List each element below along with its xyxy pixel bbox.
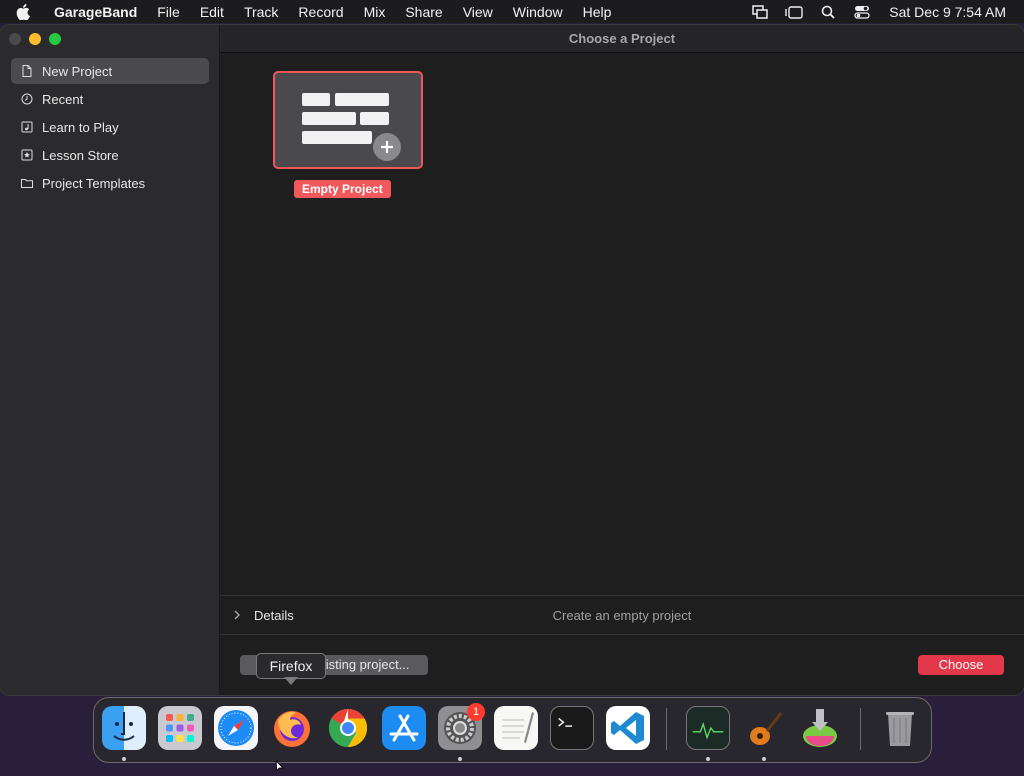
main-panel: Choose a Project Empty Project Details C… [220, 25, 1024, 695]
sidebar: New Project Recent Learn to Play Lesson … [0, 25, 220, 695]
folder-icon [21, 177, 33, 189]
star-icon [21, 149, 33, 161]
menu-record[interactable]: Record [298, 4, 343, 20]
menu-help[interactable]: Help [583, 4, 612, 20]
vscode-icon[interactable] [606, 706, 650, 750]
choose-button[interactable]: Choose [918, 655, 1004, 675]
project-description: Create an empty project [552, 607, 692, 623]
empty-project-label[interactable]: Empty Project [294, 180, 391, 198]
sidebar-item-lesson-store[interactable]: Lesson Store [11, 142, 209, 168]
zoom-window-button[interactable] [49, 33, 61, 45]
sidebar-item-recent[interactable]: Recent [11, 86, 209, 112]
menu-mix[interactable]: Mix [364, 4, 386, 20]
dock-separator [666, 708, 667, 750]
window-controls [9, 33, 61, 45]
empty-project-tile[interactable] [273, 71, 423, 169]
launchpad-icon[interactable] [158, 706, 202, 750]
apple-menu-icon[interactable] [16, 3, 36, 20]
sidebar-item-label: Project Templates [42, 175, 146, 191]
dock-tooltip: Firefox [256, 653, 326, 679]
dock-tooltip-pointer [284, 677, 298, 685]
control-center-icon[interactable] [852, 4, 872, 20]
sidebar-item-new-project[interactable]: New Project [11, 58, 209, 84]
search-icon[interactable] [818, 4, 838, 20]
menu-track[interactable]: Track [244, 4, 278, 20]
details-toggle[interactable]: Details [254, 608, 294, 623]
activity-monitor-running-indicator [706, 757, 710, 761]
menu-bar: GarageBand File Edit Track Record Mix Sh… [0, 0, 1024, 23]
garageband-running-indicator [762, 757, 766, 761]
sidebar-item-learn-to-play[interactable]: Learn to Play [11, 114, 209, 140]
menu-view[interactable]: View [463, 4, 493, 20]
menu-share[interactable]: Share [405, 4, 442, 20]
finder-icon[interactable] [102, 706, 146, 750]
sidebar-item-label: Learn to Play [42, 119, 119, 135]
chrome-icon[interactable] [326, 706, 370, 750]
sidebar-item-project-templates[interactable]: Project Templates [11, 170, 209, 196]
menu-file[interactable]: File [157, 4, 180, 20]
sidebar-list: New Project Recent Learn to Play Lesson … [11, 58, 209, 198]
window-title: Choose a Project [220, 25, 1024, 53]
chevron-right-icon[interactable] [234, 610, 244, 620]
menu-window[interactable]: Window [513, 4, 563, 20]
garageband-icon[interactable] [742, 706, 786, 750]
menu-app-name[interactable]: GarageBand [54, 4, 137, 20]
firefox-icon[interactable] [270, 706, 314, 750]
close-window-button[interactable] [9, 33, 21, 45]
system-settings-badge: 1 [467, 703, 485, 721]
document-icon [21, 65, 33, 77]
dock: 1 [93, 697, 932, 763]
stage-manager-icon[interactable] [784, 4, 804, 20]
safari-icon[interactable] [214, 706, 258, 750]
minimize-window-button[interactable] [29, 33, 41, 45]
installer-icon[interactable] [798, 706, 842, 750]
add-icon [371, 131, 403, 163]
sidebar-item-label: Lesson Store [42, 147, 119, 163]
screen-mirroring-icon[interactable] [750, 4, 770, 20]
terminal-icon[interactable] [550, 706, 594, 750]
sidebar-item-label: New Project [42, 63, 113, 79]
project-chooser-window: New Project Recent Learn to Play Lesson … [0, 25, 1024, 695]
details-bar: Details Create an empty project [220, 595, 1024, 635]
menu-clock[interactable]: Sat Dec 9 7:54 AM [889, 4, 1006, 20]
music-note-icon [21, 121, 33, 133]
sidebar-item-label: Recent [42, 91, 84, 107]
mouse-pointer-icon [275, 758, 285, 776]
dock-separator [860, 708, 861, 750]
activity-monitor-icon[interactable] [686, 706, 730, 750]
menu-edit[interactable]: Edit [200, 4, 224, 20]
app-store-icon[interactable] [382, 706, 426, 750]
clock-icon [21, 93, 33, 105]
textedit-icon[interactable] [494, 706, 538, 750]
finder-running-indicator [122, 757, 126, 761]
system-settings-running-indicator [458, 757, 462, 761]
trash-icon[interactable] [878, 706, 922, 750]
